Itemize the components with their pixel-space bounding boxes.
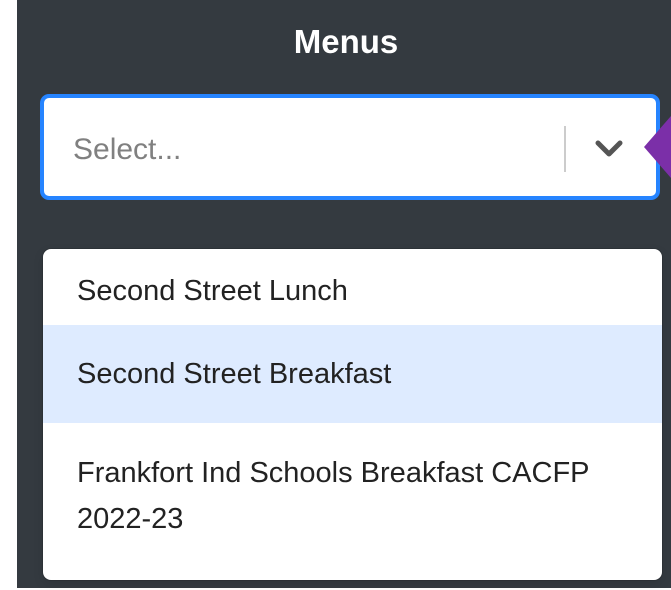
screenshot-frame: Menus Select... Second Street Lunch Seco… — [0, 0, 671, 590]
menus-heading: Menus — [293, 23, 399, 60]
indicator-separator — [564, 126, 566, 172]
select-placeholder: Select... — [73, 133, 182, 166]
menu-select[interactable]: Select... — [41, 95, 659, 199]
chevron-down-icon[interactable] — [589, 128, 629, 168]
menu-option-second-street-breakfast[interactable]: Second Street Breakfast — [43, 325, 662, 423]
option-label: Second Street Lunch — [77, 274, 348, 307]
menu-option-second-street-lunch[interactable]: Second Street Lunch — [43, 257, 662, 325]
arrow-pointer-icon — [642, 108, 671, 186]
option-label: Second Street Breakfast — [77, 357, 392, 390]
option-label: Frankfort Ind Schools Breakfast CACFP 20… — [77, 457, 590, 535]
menu-option-frankfort-breakfast-cacfp[interactable]: Frankfort Ind Schools Breakfast CACFP 20… — [43, 423, 662, 569]
dropdown-menu: Second Street Lunch Second Street Breakf… — [43, 249, 662, 580]
